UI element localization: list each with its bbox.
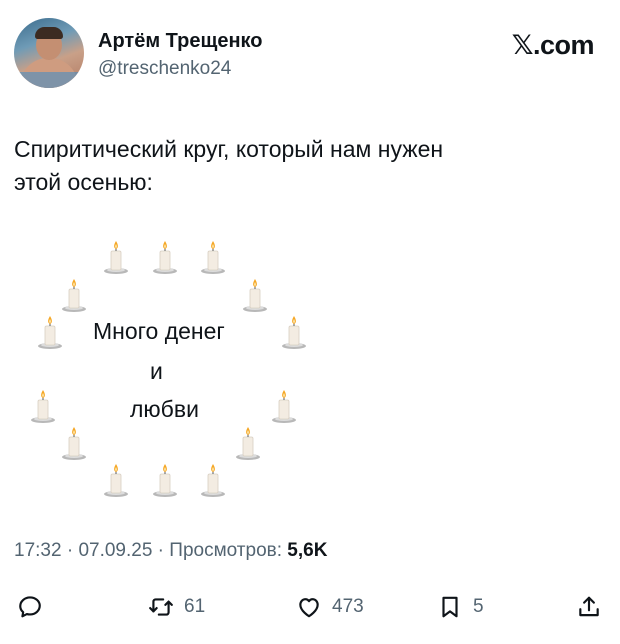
retweet-button[interactable]: 61 [148,590,205,624]
like-button[interactable]: 473 [296,590,364,624]
retweet-count: 61 [184,596,206,617]
candle-icon [279,314,309,350]
candle-icon [150,462,180,498]
candle-icon [59,277,89,313]
views-count: 5,6K [287,540,328,561]
heart-icon [299,598,319,618]
meta-separator: · [152,540,170,561]
tweet-meta: 17:32 · 07.09.25 · Просмотров: 5,6K [14,540,327,562]
meta-separator: · [61,540,79,561]
candle-icon [59,425,89,461]
candle-icon [101,239,131,275]
reply-button[interactable] [17,590,43,624]
tweet-time[interactable]: 17:32 [14,540,62,561]
bookmark-button[interactable]: 5 [437,590,484,624]
candle-icon [28,388,58,424]
reply-icon [19,596,41,618]
art-text-line-1: Много денег [93,318,225,344]
tweet-date[interactable]: 07.09.25 [78,540,152,561]
like-count: 473 [332,596,364,617]
candle-icon [101,462,131,498]
candle-icon [269,388,299,424]
candle-icon [35,314,65,350]
views-label: Просмотров: [169,540,288,561]
candle-icon [150,239,180,275]
retweet-icon [149,598,173,616]
candle-icon [198,239,228,275]
candle-icon [198,462,228,498]
action-bar: 61 473 5 [0,590,620,626]
bookmark-icon [442,596,458,618]
art-text-line-3: любви [130,396,199,422]
candle-icon [233,425,263,461]
share-icon [579,596,599,617]
candle-icon [240,277,270,313]
share-button[interactable] [576,590,602,624]
bookmark-count: 5 [473,596,484,617]
art-text-line-2: и [150,358,163,384]
